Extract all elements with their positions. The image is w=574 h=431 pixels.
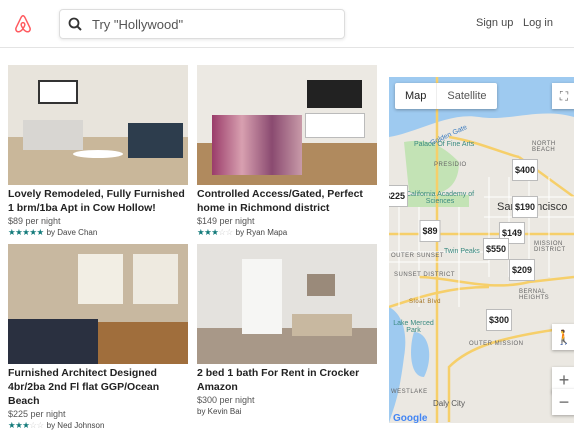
listing-title[interactable]: Lovely Remodeled, Fully Furnished 1 brm/… bbox=[8, 187, 188, 215]
price-marker[interactable]: $225 bbox=[389, 185, 409, 207]
rating-stars: ★★★☆☆ bbox=[197, 227, 233, 237]
zoom-out-button[interactable]: − bbox=[552, 389, 574, 415]
search-icon bbox=[68, 17, 82, 31]
signup-link[interactable]: Sign up bbox=[476, 17, 513, 29]
header: Sign up Log in bbox=[0, 0, 574, 48]
map-label: WESTLAKE bbox=[391, 389, 428, 395]
rating-stars: ★★★★★ bbox=[8, 227, 44, 237]
listing-card[interactable]: 2 bed 1 bath For Rent in Crocker Amazon … bbox=[197, 244, 377, 417]
map-label: SUNSET DISTRICT bbox=[394, 272, 456, 278]
listing-photo[interactable] bbox=[8, 65, 188, 185]
pegman-icon[interactable]: 🚶 bbox=[552, 324, 574, 350]
listing-photo[interactable] bbox=[8, 244, 188, 364]
google-logo: Google bbox=[393, 413, 428, 423]
listing-price: $89 per night bbox=[8, 216, 61, 226]
price-marker[interactable]: $400 bbox=[511, 159, 539, 181]
listing-photo[interactable] bbox=[197, 244, 377, 364]
rating-stars: ★★★☆☆ bbox=[8, 420, 44, 430]
map-type-control: Map Satellite bbox=[395, 83, 497, 109]
airbnb-logo-icon[interactable] bbox=[12, 13, 34, 35]
listing-host: by Dave Chan bbox=[46, 228, 98, 237]
map-label: MISSION DISTRICT bbox=[534, 241, 566, 253]
map-label: Daly City bbox=[433, 399, 466, 408]
listing-card[interactable]: Furnished Architect Designed 4br/2ba 2nd… bbox=[8, 244, 188, 431]
map-label: OUTER SUNSET bbox=[391, 253, 445, 259]
map-label: California Academy of Sciences bbox=[405, 191, 475, 205]
fullscreen-icon[interactable]: ⛶ bbox=[552, 83, 574, 109]
listing-host: by Ned Johnson bbox=[46, 421, 105, 430]
map-label: OUTER MISSION bbox=[469, 341, 524, 347]
map-label: NORTH BEACH bbox=[532, 141, 556, 153]
login-link[interactable]: Log in bbox=[523, 17, 553, 29]
price-marker[interactable]: $300 bbox=[485, 309, 513, 331]
map-type-map-button[interactable]: Map bbox=[395, 83, 436, 109]
map-label: BERNAL HEIGHTS bbox=[519, 289, 550, 301]
map-label: Palace Of Fine Arts bbox=[414, 141, 475, 148]
map-label: Sloat Blvd bbox=[409, 299, 442, 305]
search-box[interactable] bbox=[59, 9, 345, 39]
price-marker[interactable]: $550 bbox=[482, 238, 510, 260]
map-type-satellite-button[interactable]: Satellite bbox=[436, 83, 496, 109]
listing-title[interactable]: Controlled Access/Gated, Perfect home in… bbox=[197, 187, 377, 215]
price-marker[interactable]: $89 bbox=[419, 220, 441, 242]
listing-price: $149 per night bbox=[197, 216, 255, 226]
map[interactable]: Golden Gate Palace Of Fine Arts PRESIDIO… bbox=[389, 77, 574, 423]
listing-price: $300 per night bbox=[197, 395, 255, 405]
listing-host: by Kevin Bai bbox=[197, 407, 242, 416]
price-marker[interactable]: $209 bbox=[508, 259, 536, 281]
price-marker[interactable]: $190 bbox=[511, 196, 539, 218]
map-label: PRESIDIO bbox=[434, 162, 467, 168]
listing-title[interactable]: Furnished Architect Designed 4br/2ba 2nd… bbox=[8, 366, 188, 408]
search-input[interactable] bbox=[92, 16, 322, 32]
listing-photo[interactable] bbox=[197, 65, 377, 185]
listing-card[interactable]: Lovely Remodeled, Fully Furnished 1 brm/… bbox=[8, 65, 188, 238]
listing-host: by Ryan Mapa bbox=[235, 228, 288, 237]
listing-title[interactable]: 2 bed 1 bath For Rent in Crocker Amazon bbox=[197, 366, 377, 394]
listing-price: $225 per night bbox=[8, 409, 66, 419]
listing-card[interactable]: Controlled Access/Gated, Perfect home in… bbox=[197, 65, 377, 238]
map-label: Twin Peaks bbox=[444, 248, 480, 255]
map-label: Lake Merced Park bbox=[393, 320, 434, 334]
